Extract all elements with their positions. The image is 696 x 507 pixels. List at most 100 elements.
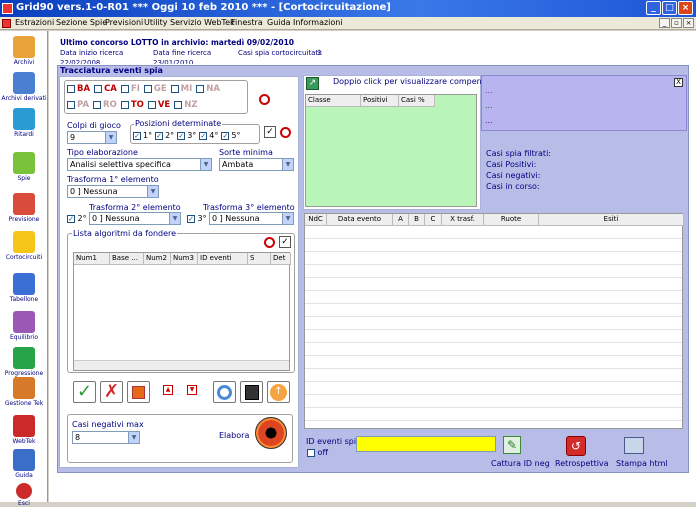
sidebar-item-progressione[interactable]: Progressione [0,347,48,377]
neg-select[interactable]: 8 ▼ [72,431,140,444]
ruota-checkbox-ba[interactable]: BA [67,84,90,94]
sidebar-item-equilibrio[interactable]: Equilibrio [0,311,48,341]
sidebar-item-gestione-tek[interactable]: Gestione Tek [0,377,48,407]
printer-icon[interactable] [624,437,644,454]
results-grid[interactable]: NdC Data evento A B C X trasf. Ruote Esiti [304,213,684,429]
results-col-header[interactable]: B [409,214,425,226]
clear-lista-icon[interactable] [264,237,275,248]
trasf2-checkbox[interactable]: ✓ 2° [67,214,87,223]
sidebar-item-spie[interactable]: Spie [0,152,48,182]
mdi-minimize-button[interactable]: _ [659,18,670,28]
menu-utility[interactable]: Utility [144,18,168,27]
move-down-icon[interactable]: ▼ [187,385,197,395]
lista-col-header[interactable]: Num1 [74,253,110,265]
export-button[interactable]: ↑ [267,381,290,403]
tipo-select[interactable]: Analisi selettiva specifica ▼ [67,158,212,171]
lista-col-header[interactable]: Base ... [110,253,144,265]
close-button[interactable]: × [678,1,693,15]
posizione-checkbox-5[interactable]: ✓ 5° [221,131,240,140]
menu-finestra[interactable]: Finestra [231,18,263,27]
lista-col-header[interactable]: ID eventi [198,253,248,265]
mdi-close-button[interactable]: × [683,18,694,28]
posizione-checkbox-4[interactable]: ✓ 4° [199,131,218,140]
sidebar-item-archivi-derivati[interactable]: Archivi derivati [0,72,48,102]
lista-grid[interactable]: Num1 Base ... Num2 Num3 ID eventi S Det [73,252,291,371]
results-col-header[interactable]: C [425,214,442,226]
ruota-checkbox-mi[interactable]: MI [170,84,192,94]
trasf2-select[interactable]: 0 ] Nessuna ▼ [89,212,181,225]
colpi-select[interactable]: 9 ▼ [67,131,117,144]
results-col-header[interactable]: X trasf. [442,214,484,226]
ruota-checkbox-ge[interactable]: GE [143,84,167,94]
posizione-checkbox-1[interactable]: ✓ 1° [133,131,152,140]
ruota-checkbox-ca[interactable]: CA [94,84,117,94]
window-title: Grid90 vers.1-0-R01 *** Oggi 10 feb 2010… [16,2,391,13]
results-col-header[interactable]: Data evento [327,214,393,226]
clear-ruote-icon[interactable] [259,94,270,105]
save-button[interactable] [240,381,263,403]
retrospettiva-button-label[interactable]: Retrospettiva [555,459,609,468]
menu-previsioni[interactable]: Previsioni [105,18,143,27]
move-up-icon[interactable]: ▲ [163,385,173,395]
cancel-button[interactable]: ✗ [100,381,123,403]
summary-close-button[interactable]: X [674,78,683,87]
compendio-col-header[interactable]: Positivi [361,95,399,107]
ruota-checkbox-na[interactable]: NA [196,84,220,94]
check-all-button[interactable]: ✓ [264,126,276,138]
trasf3-checkbox[interactable]: ✓ 3° [187,214,207,223]
trasf3-select[interactable]: 0 ] Nessuna ▼ [209,212,294,225]
delete-button[interactable] [127,381,150,403]
compendio-icon[interactable]: ↗ [306,77,319,90]
elabora-button[interactable] [255,417,287,449]
lista-col-header[interactable]: Det [271,253,291,265]
compendio-col-header[interactable]: Classe [306,95,361,107]
stampa-button-label[interactable]: Stampa html [616,459,668,468]
sidebar-item-ritardi[interactable]: Ritardi [0,108,48,138]
results-col-header[interactable]: Ruote [484,214,539,226]
sidebar-item-cortocircuiti[interactable]: Cortocircuiti [0,231,48,261]
mdi-restore-button[interactable]: ▫ [671,18,682,28]
cattura-button-label[interactable]: Cattura ID neg [491,459,550,468]
menu-servizio-webtek[interactable]: Servizio WebTek [170,18,235,27]
sorte-select[interactable]: Ambata ▼ [219,158,294,171]
minimize-button[interactable]: _ [646,1,661,15]
posizione-checkbox-2[interactable]: ✓ 2° [155,131,174,140]
lista-col-header[interactable]: Num3 [171,253,198,265]
menu-informazioni[interactable]: Informazioni [293,18,343,27]
sidebar-icon [13,36,35,58]
sidebar-item-tabellone[interactable]: Tabellone [0,273,48,303]
ruota-checkbox-pa[interactable]: PA [67,100,89,110]
results-col-header[interactable]: A [393,214,409,226]
results-col-header[interactable]: Esiti [539,214,684,226]
menu-guida[interactable]: Guida [267,18,290,27]
ruota-checkbox-ve[interactable]: VE [147,100,170,110]
ruota-checkbox-to[interactable]: TO [120,100,144,110]
trasf1-select[interactable]: 0 ] Nessuna ▼ [67,185,159,198]
id-eventi-input[interactable] [356,436,496,452]
posizione-checkbox-3[interactable]: ✓ 3° [177,131,196,140]
compendio-col-header[interactable]: Casi % [399,95,435,107]
retrospettiva-icon[interactable]: ↺ [566,436,586,456]
confirm-lista-button[interactable]: ✓ [279,236,291,248]
sidebar-item-esci[interactable]: Esci [0,483,48,507]
off-checkbox[interactable]: off [307,448,328,457]
ruota-checkbox-nz[interactable]: NZ [174,100,198,110]
lista-scrollbar[interactable] [74,360,289,370]
lista-col-header[interactable]: Num2 [144,253,171,265]
maximize-button[interactable]: □ [662,1,677,15]
refresh-button[interactable] [213,381,236,403]
accept-button[interactable]: ✓ [73,381,96,403]
compendio-grid[interactable]: Classe Positivi Casi % [305,94,477,207]
sidebar-item-archivi[interactable]: Archivi [0,36,48,66]
clear-posizioni-icon[interactable] [280,127,291,138]
results-col-header[interactable]: NdC [305,214,327,226]
sidebar-item-webtek[interactable]: WebTek [0,415,48,445]
ruota-checkbox-ro[interactable]: RO [93,100,117,110]
sidebar-item-guida[interactable]: Guida [0,449,48,479]
lista-col-header[interactable]: S [248,253,271,265]
ruota-checkbox-fi[interactable]: FI [120,84,140,94]
sidebar-item-previsione[interactable]: Previsione [0,193,48,223]
cattura-icon[interactable]: ✎ [503,436,521,454]
menu-sezione-spie[interactable]: Sezione Spie [56,18,107,27]
menu-estrazioni[interactable]: Estrazioni [15,18,54,27]
